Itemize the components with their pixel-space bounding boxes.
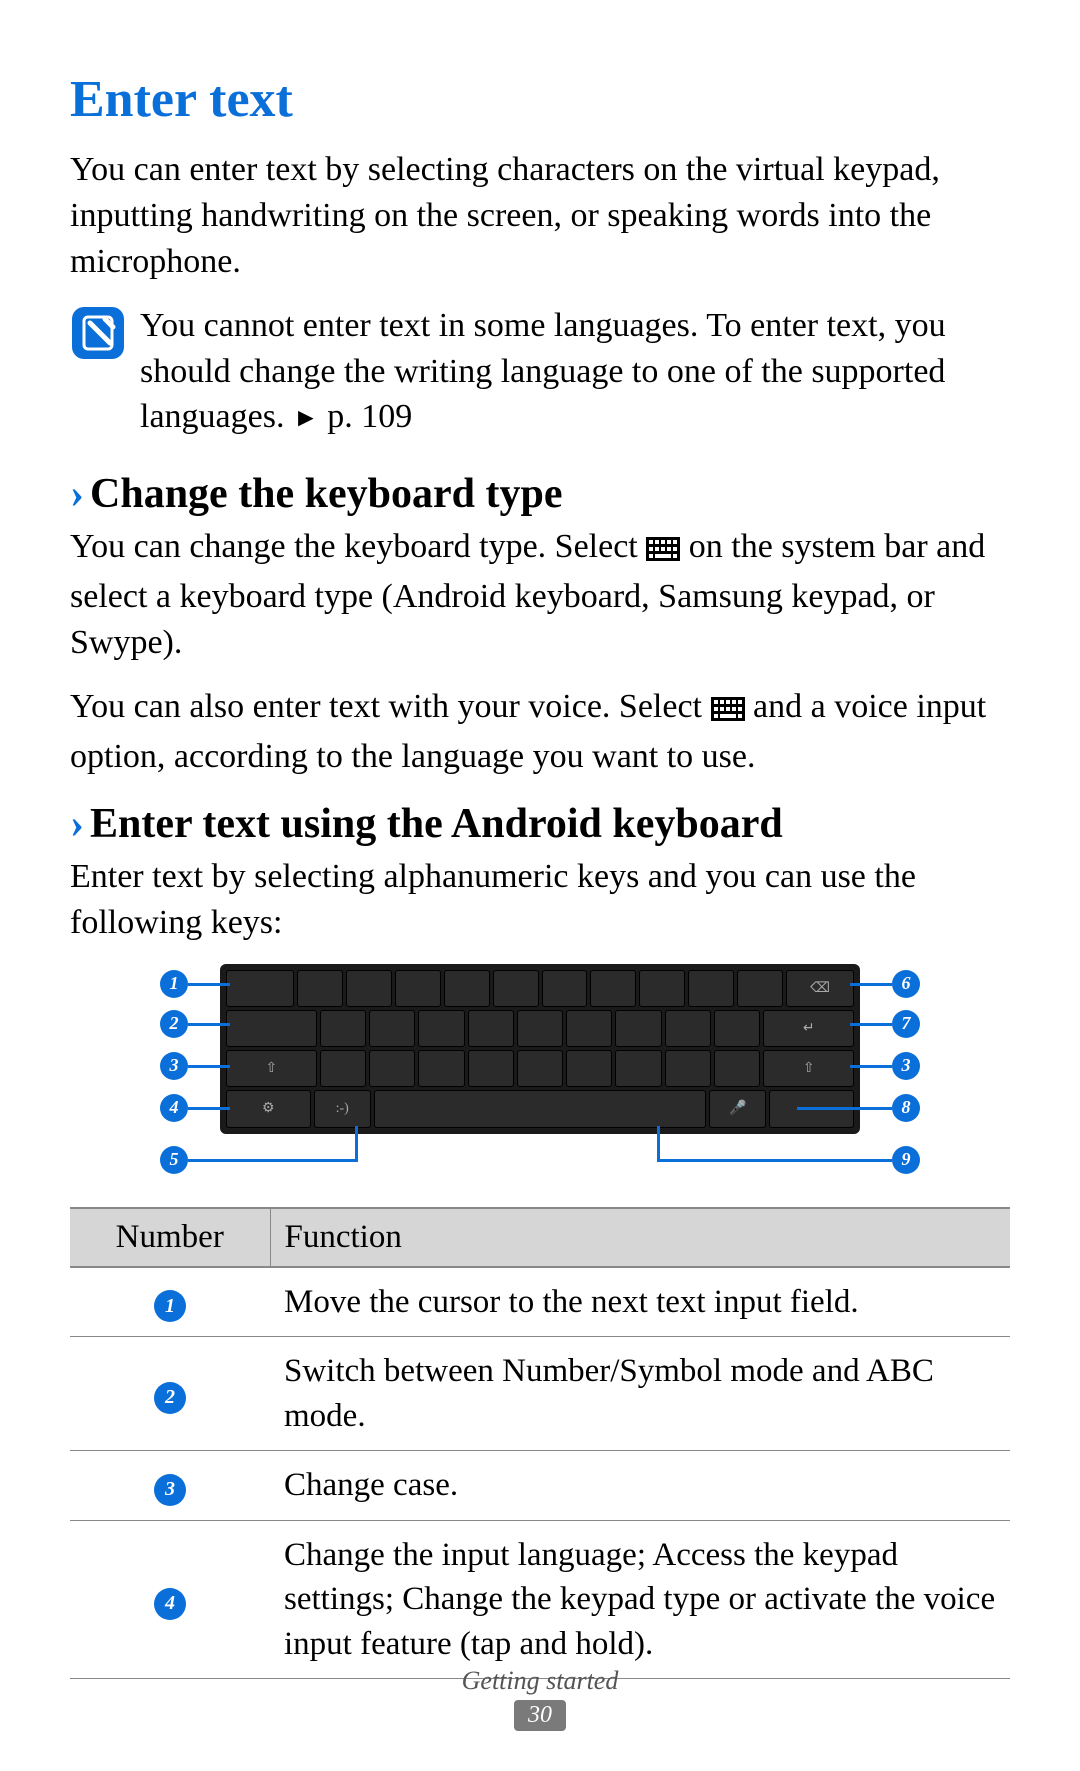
row-badge: 4 [154,1588,186,1620]
note-icon [70,305,126,366]
callout-7: 7 [892,1010,920,1038]
note-block: You cannot enter text in some languages.… [70,303,1010,441]
row-badge: 2 [154,1382,186,1414]
callout-8: 8 [892,1094,920,1122]
callout-4: 4 [160,1094,188,1122]
row-function: Move the cursor to the next text input f… [270,1267,1010,1337]
table-row: 1 Move the cursor to the next text input… [70,1267,1010,1337]
chevron-icon: › [70,471,84,517]
table-row: 2 Switch between Number/Symbol mode and … [70,1337,1010,1451]
keyboard-icon [646,528,680,574]
change-keyboard-p2: You can also enter text with your voice.… [70,684,1010,780]
callout-1: 1 [160,970,188,998]
row-badge: 3 [154,1474,186,1506]
row-function: Switch between Number/Symbol mode and AB… [270,1337,1010,1451]
table-header-function: Function [270,1208,1010,1267]
row-function: Change the input language; Access the ke… [270,1520,1010,1679]
android-keyboard-p1: Enter text by selecting alphanumeric key… [70,854,1010,946]
callout-3r: 3 [892,1052,920,1080]
row-badge: 1 [154,1290,186,1322]
page-footer: Getting started 30 [0,1666,1080,1731]
footer-section-name: Getting started [0,1666,1080,1696]
section-title: Enter text [70,70,1010,129]
keyboard-icon [711,688,745,734]
table-row: 4 Change the input language; Access the … [70,1520,1010,1679]
callout-2: 2 [160,1010,188,1038]
callout-6: 6 [892,970,920,998]
footer-page-number: 30 [514,1700,566,1731]
table-row: 3 Change case. [70,1451,1010,1521]
sub-heading-android-keyboard: ›Enter text using the Android keyboard [70,800,1010,848]
callout-9: 9 [892,1146,920,1174]
row-function: Change case. [270,1451,1010,1521]
callout-5: 5 [160,1146,188,1174]
table-header-number: Number [70,1208,270,1267]
note-text: You cannot enter text in some languages.… [140,303,1010,441]
change-keyboard-p1: You can change the keyboard type. Select… [70,524,1010,666]
callout-3: 3 [160,1052,188,1080]
keyboard-diagram: ⌫ ↵ ⇧⇧ ⚙:-)🎤 1 2 3 4 5 6 7 3 [70,964,1010,1179]
function-table: Number Function 1 Move the cursor to the… [70,1207,1010,1680]
chevron-icon: › [70,801,84,847]
sub-heading-change-keyboard: ›Change the keyboard type [70,470,1010,518]
intro-paragraph: You can enter text by selecting characte… [70,147,1010,285]
keyboard-graphic: ⌫ ↵ ⇧⇧ ⚙:-)🎤 [220,964,860,1134]
